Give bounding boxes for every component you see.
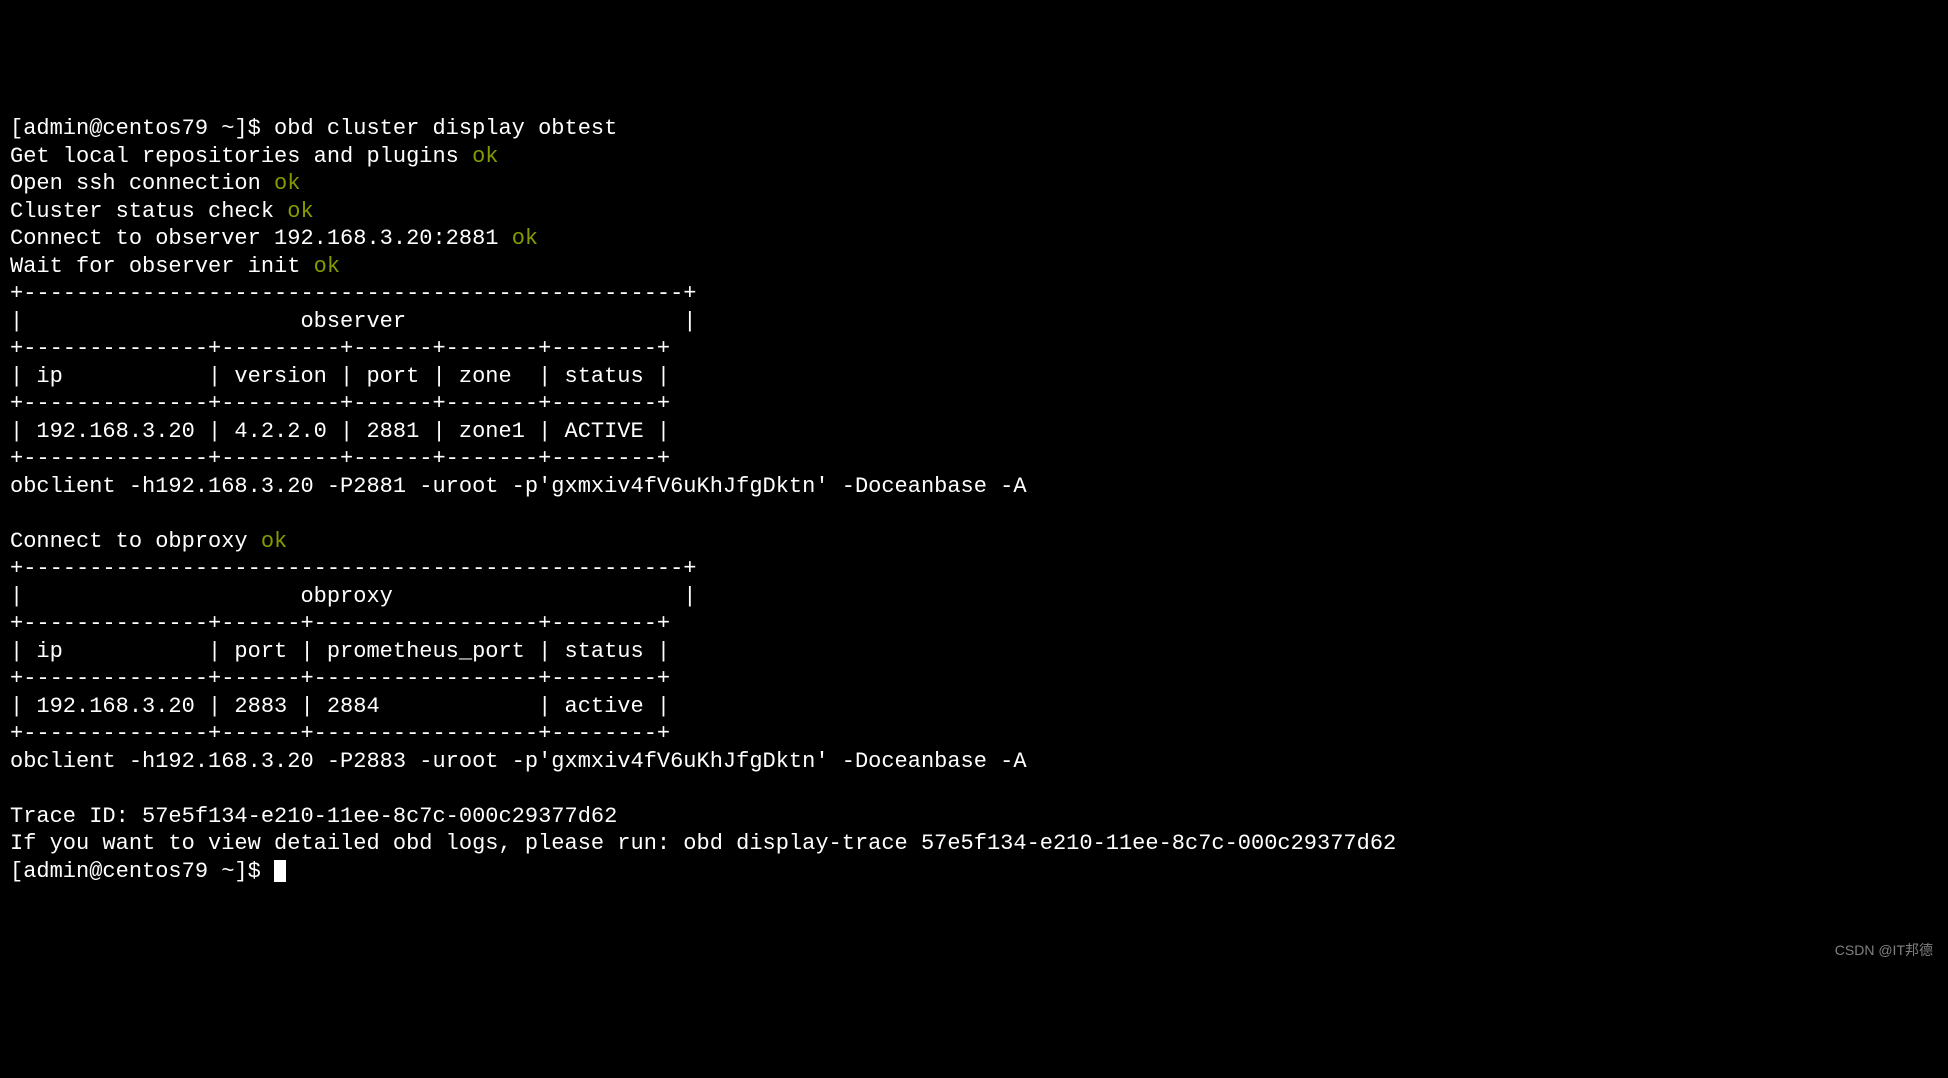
trace-id: Trace ID: 57e5f134-e210-11ee-8c7c-000c29… xyxy=(10,804,617,829)
prompt: [admin@centos79 ~]$ xyxy=(10,116,274,141)
status-ok: ok xyxy=(512,226,538,251)
table-border: +--------------+---------+------+-------… xyxy=(10,446,670,471)
output-line: Wait for observer init xyxy=(10,254,314,279)
status-ok: ok xyxy=(261,529,287,554)
obclient-command: obclient -h192.168.3.20 -P2881 -uroot -p… xyxy=(10,474,1027,499)
detail-hint: If you want to view detailed obd logs, p… xyxy=(10,831,1396,856)
output-line: Open ssh connection xyxy=(10,171,274,196)
status-ok: ok xyxy=(287,199,313,224)
command: obd cluster display obtest xyxy=(274,116,617,141)
table-border: +--------------+---------+------+-------… xyxy=(10,336,670,361)
prompt: [admin@centos79 ~]$ xyxy=(10,859,274,884)
table-border: +--------------+---------+------+-------… xyxy=(10,391,670,416)
cursor[interactable] xyxy=(274,860,286,882)
output-line: Get local repositories and plugins xyxy=(10,144,472,169)
table-title: | observer | xyxy=(10,309,697,334)
table-border: +--------------+------+-----------------… xyxy=(10,721,670,746)
output-line: Connect to observer 192.168.3.20:2881 xyxy=(10,226,512,251)
table-border: +---------------------------------------… xyxy=(10,556,697,581)
table-title: | obproxy | xyxy=(10,584,697,609)
status-ok: ok xyxy=(314,254,340,279)
output-line: Cluster status check xyxy=(10,199,287,224)
table-border: +---------------------------------------… xyxy=(10,281,697,306)
watermark: CSDN @IT邦德 xyxy=(1835,942,1933,960)
table-border: +--------------+------+-----------------… xyxy=(10,666,670,691)
table-header: | ip | version | port | zone | status | xyxy=(10,364,670,389)
output-line: Connect to obproxy xyxy=(10,529,261,554)
status-ok: ok xyxy=(472,144,498,169)
table-header: | ip | port | prometheus_port | status | xyxy=(10,639,670,664)
terminal-output: [admin@centos79 ~]$ obd cluster display … xyxy=(10,115,1938,885)
table-row: | 192.168.3.20 | 2883 | 2884 | active | xyxy=(10,694,670,719)
obclient-command: obclient -h192.168.3.20 -P2883 -uroot -p… xyxy=(10,749,1027,774)
status-ok: ok xyxy=(274,171,300,196)
table-row: | 192.168.3.20 | 4.2.2.0 | 2881 | zone1 … xyxy=(10,419,670,444)
table-border: +--------------+------+-----------------… xyxy=(10,611,670,636)
